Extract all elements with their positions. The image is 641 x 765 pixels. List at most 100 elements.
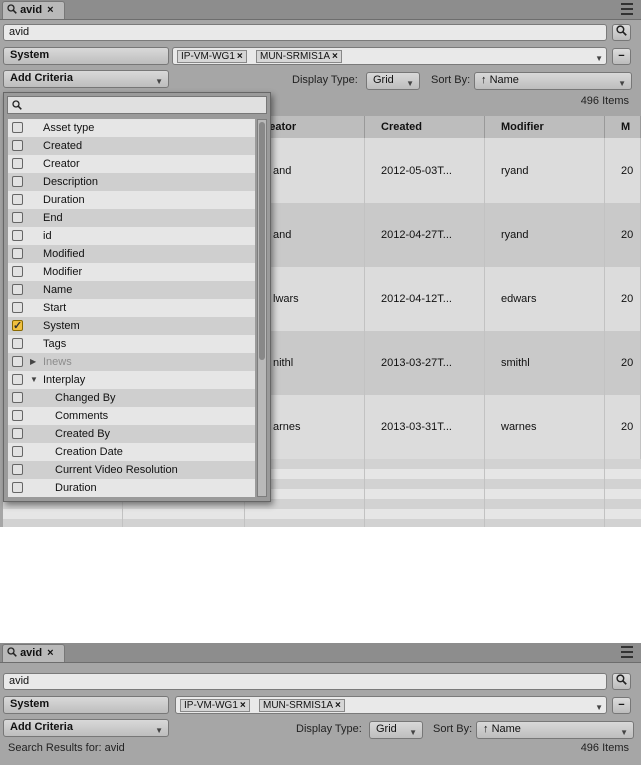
tab-close-icon[interactable]: × [47,4,53,16]
column-header-m[interactable]: M [605,116,641,138]
criteria-item[interactable]: Modified [8,245,255,263]
criteria-item[interactable]: Asset type [8,119,255,137]
criteria-item[interactable]: End [8,209,255,227]
checkbox[interactable] [12,284,23,295]
chip-label: MUN-SRMIS1A [263,700,334,711]
system-chips-field[interactable]: IP-VM-WG1 × MUN-SRMIS1A × ▼ [175,696,607,714]
criteria-item[interactable]: Creation Date [8,443,255,461]
chip-ip-vm-wg1[interactable]: IP-VM-WG1 × [177,50,247,63]
criteria-item[interactable]: Created [8,137,255,155]
criteria-scrollbar[interactable] [257,119,267,497]
criteria-item[interactable]: Description [8,173,255,191]
search-input[interactable]: avid [3,24,607,41]
criteria-item[interactable]: ▼ Interplay [8,371,255,389]
chip-remove-icon[interactable]: × [237,51,243,62]
criteria-item[interactable]: Duration [8,479,255,497]
chip-label: IP-VM-WG1 [181,51,235,62]
checkbox[interactable] [12,122,23,133]
criteria-item[interactable]: Modifier [8,263,255,281]
chip-mun-srmis1a[interactable]: MUN-SRMIS1A × [256,50,342,63]
criteria-item[interactable]: Duration [8,191,255,209]
tab-avid[interactable]: avid × [2,1,65,19]
collapse-triangle-icon[interactable]: ▶ [30,353,36,371]
checkbox[interactable] [12,266,23,277]
criteria-item[interactable]: System [8,317,255,335]
checkbox[interactable] [12,140,23,151]
remove-criteria-button[interactable]: − [612,48,631,65]
cell-m: 20 [605,138,641,203]
criteria-item[interactable]: id [8,227,255,245]
checkbox[interactable] [12,428,23,439]
checkbox[interactable] [12,194,23,205]
criteria-item[interactable]: Creator [8,155,255,173]
system-chips-field[interactable]: IP-VM-WG1 × MUN-SRMIS1A × ▼ [172,47,607,65]
display-type-select[interactable]: Grid ▼ [366,72,420,90]
checkbox[interactable] [12,338,23,349]
chip-ip-vm-wg1[interactable]: IP-VM-WG1 × [180,699,250,712]
tab-title: avid [20,4,43,16]
checkbox[interactable] [12,317,23,335]
checkbox[interactable] [12,248,23,259]
criteria-item[interactable]: Created By [8,425,255,443]
chevron-down-icon[interactable]: ▼ [595,700,603,715]
criteria-item[interactable]: Current Video Resolution [8,461,255,479]
checkbox[interactable] [12,356,23,367]
criteria-item[interactable]: Tags [8,335,255,353]
hamburger-menu-icon[interactable] [621,3,633,15]
search-button[interactable] [612,673,631,690]
chevron-down-icon: ▼ [618,79,626,88]
checkbox[interactable] [12,410,23,421]
search-button[interactable] [612,24,631,41]
checkbox[interactable] [12,212,23,223]
tab-avid[interactable]: avid × [2,644,65,662]
cell-m: 20 [605,395,641,459]
add-criteria-dropdown[interactable]: Add Criteria ▼ [3,719,169,737]
cell-m: 20 [605,203,641,267]
checkbox[interactable] [12,158,23,169]
column-header-modifier[interactable]: Modifier [485,116,605,138]
add-criteria-dropdown[interactable]: Add Criteria ▼ [3,70,169,88]
remove-criteria-button[interactable]: − [612,697,631,714]
search-input[interactable]: avid [3,673,607,690]
sort-by-label: Sort By: [431,74,471,86]
sort-by-select[interactable]: ↑ Name ▼ [474,72,632,90]
column-header-created[interactable]: Created [365,116,485,138]
chip-remove-icon[interactable]: × [332,51,338,62]
tab-bar: avid × [0,643,641,663]
checkbox[interactable] [12,176,23,187]
chip-remove-icon[interactable]: × [240,700,246,711]
cell-created: 2012-05-03T... [365,138,485,203]
checkbox[interactable] [12,482,23,493]
display-type-select[interactable]: Grid ▼ [369,721,423,739]
chip-remove-icon[interactable]: × [335,700,341,711]
search-results-title: Search Results for: avid [8,742,125,754]
add-criteria-label: Add Criteria [10,72,73,84]
criteria-item[interactable]: Name [8,281,255,299]
checkbox[interactable] [12,446,23,457]
criteria-item[interactable]: Changed By [8,389,255,407]
chevron-down-icon[interactable]: ▼ [595,51,603,66]
system-button[interactable]: System [3,696,169,714]
checkbox[interactable] [12,392,23,403]
system-button[interactable]: System [3,47,169,65]
search-icon [7,647,20,659]
criteria-item[interactable]: ▶ Inews [8,353,255,371]
criteria-item[interactable]: Comments [8,407,255,425]
chip-mun-srmis1a[interactable]: MUN-SRMIS1A × [259,699,345,712]
criteria-item[interactable]: Start [8,299,255,317]
checkbox[interactable] [12,374,23,385]
expand-triangle-icon[interactable]: ▼ [30,371,38,389]
add-criteria-label: Add Criteria [10,721,73,733]
criteria-item-label: Description [43,176,99,188]
checkbox[interactable] [12,464,23,475]
tab-close-icon[interactable]: × [47,647,53,659]
checkbox[interactable] [12,230,23,241]
sort-by-select[interactable]: ↑ Name ▼ [476,721,634,739]
cell-m: 20 [605,267,641,331]
checkbox[interactable] [12,302,23,313]
criteria-item-label: Asset type [43,122,95,134]
add-criteria-popup: Asset type Created Creator Description Durat… [3,92,271,502]
criteria-search-input[interactable] [7,96,267,114]
hamburger-menu-icon[interactable] [621,646,633,658]
scrollbar-thumb[interactable] [259,122,265,360]
